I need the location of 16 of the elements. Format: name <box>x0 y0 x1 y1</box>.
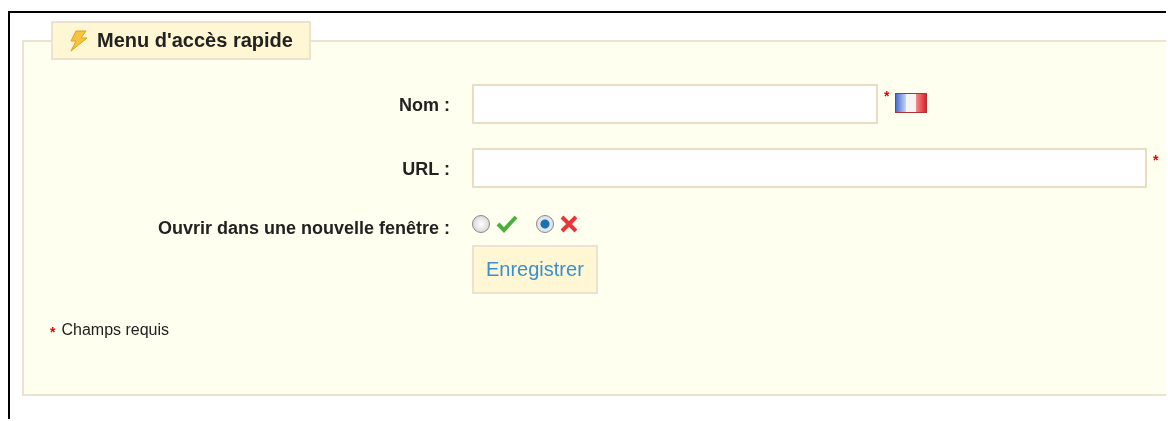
field-label: Ouvrir dans une nouvelle fenêtre : <box>156 217 450 240</box>
checkmark-icon <box>496 215 518 233</box>
save-button[interactable]: Enregistrer <box>472 245 598 294</box>
required-fields-note: Champs requis <box>61 321 170 339</box>
field-label: URL : <box>401 158 450 181</box>
required-asterisk: * <box>1153 152 1159 168</box>
required-asterisk: * <box>884 88 890 104</box>
cross-icon <box>560 215 578 233</box>
text-field[interactable] <box>472 148 1147 188</box>
required-asterisk: * <box>50 324 56 340</box>
radio-button[interactable] <box>472 215 490 233</box>
text-field[interactable] <box>472 84 878 124</box>
flag-icon[interactable] <box>895 93 928 113</box>
field-label: Nom : <box>398 94 450 117</box>
panel-title: Menu d'accès rapide <box>97 29 293 52</box>
radio-button[interactable] <box>536 215 554 233</box>
